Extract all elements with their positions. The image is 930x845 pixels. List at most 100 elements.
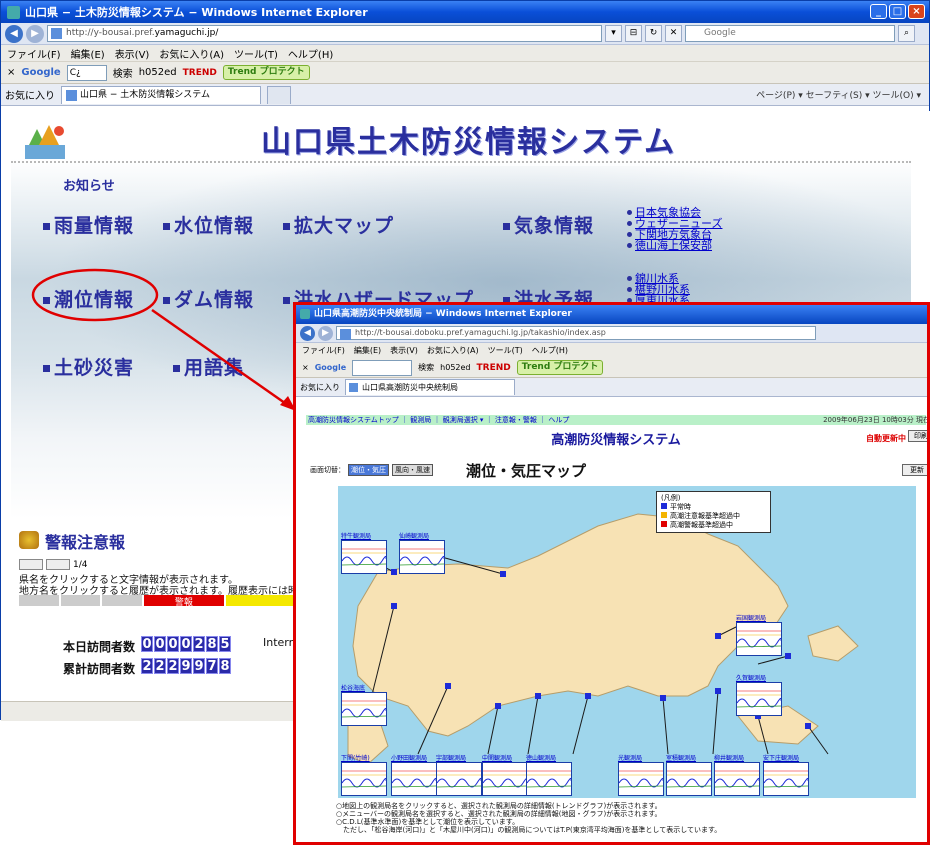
station-trend-graph[interactable]	[666, 762, 712, 796]
menu-view[interactable]: 表示(V)	[115, 46, 150, 61]
station-label[interactable]: 岩国観測局	[736, 613, 766, 622]
legend-item-warning: 高潮警報基準超過中	[661, 521, 766, 530]
counter-digit: 2	[167, 658, 179, 674]
google-search-input[interactable]: C¿	[66, 64, 107, 81]
menu-file[interactable]: ファイル(F)	[7, 46, 61, 61]
minimize-button[interactable]: _	[870, 4, 887, 19]
inset-trend-button[interactable]: TREND	[477, 363, 511, 373]
station-trend-graph[interactable]	[341, 692, 387, 726]
station-trend-graph[interactable]	[436, 762, 482, 796]
search-input[interactable]: Google	[685, 25, 895, 42]
menu-edit[interactable]: 編集(E)	[71, 46, 105, 61]
search-icon[interactable]: ⌕	[898, 25, 915, 42]
address-input[interactable]: http://y-bousai.pref.yamaguchi.jp/	[47, 25, 602, 42]
inset-menu-help[interactable]: ヘルプ(H)	[532, 345, 568, 356]
tide-system-title: 高潮防災情報システム	[551, 433, 681, 448]
command-bar[interactable]: ページ(P) ▾ セーフティ(S) ▾ ツール(O) ▾	[756, 88, 921, 101]
inset-google-input[interactable]	[352, 359, 413, 376]
sediment-disaster-link[interactable]: 土砂災害	[43, 353, 134, 380]
station-label[interactable]: 安下庄観測局	[763, 753, 799, 762]
weather-info-link[interactable]: 気象情報	[503, 211, 594, 238]
favorites-button[interactable]: お気に入り	[5, 87, 55, 102]
trend-button[interactable]: TREND	[183, 68, 217, 78]
wind-button[interactable]: 風向・風速	[392, 464, 433, 476]
inset-favorites[interactable]: お気に入り	[300, 382, 340, 393]
station-label[interactable]: 室積観測局	[666, 753, 696, 762]
station-trend-graph[interactable]	[736, 682, 782, 716]
next-page-button[interactable]	[46, 559, 70, 570]
h052-button[interactable]: h052ed	[139, 67, 177, 78]
station-label[interactable]: 中関観測局	[482, 753, 512, 762]
tab-active[interactable]: 山口県 − 土木防災情報システム	[61, 85, 261, 104]
warning-controls: 1/4	[19, 559, 87, 570]
close-toolbar-icon[interactable]: ×	[302, 363, 309, 372]
inset-menu-view[interactable]: 表示(V)	[390, 345, 418, 356]
menu-tools[interactable]: ツール(T)	[234, 46, 278, 61]
tide-pressure-button[interactable]: 潮位・気圧	[348, 464, 389, 476]
tide-info-link[interactable]: 潮位情報	[43, 285, 134, 312]
inset-h052-button[interactable]: h052ed	[440, 363, 470, 372]
station-label[interactable]: 松谷海底	[341, 683, 365, 692]
station-trend-graph[interactable]	[526, 762, 572, 796]
menu-favorites[interactable]: お気に入り(A)	[159, 46, 224, 61]
station-label[interactable]: 下関(竹崎)	[341, 753, 370, 762]
print-button[interactable]: 印刷	[908, 430, 927, 442]
station-trend-graph[interactable]	[763, 762, 809, 796]
compat-icon[interactable]: ⊟	[625, 25, 642, 42]
refresh-icon[interactable]: ↻	[645, 25, 662, 42]
station-trend-graph[interactable]	[482, 762, 528, 796]
station-trend-graph[interactable]	[391, 762, 437, 796]
water-level-link[interactable]: 水位情報	[163, 211, 254, 238]
notice-link[interactable]: お知らせ	[63, 175, 115, 194]
station-trend-graph[interactable]	[341, 762, 387, 796]
legend-swatch	[661, 512, 667, 518]
inset-address-input[interactable]: http://t-bousai.doboku.pref.yamaguchi.lg…	[336, 326, 816, 340]
inset-search-button[interactable]: 検索	[418, 362, 434, 373]
glossary-link[interactable]: 用語集	[173, 353, 244, 380]
inset-menu-edit[interactable]: 編集(E)	[354, 345, 381, 356]
inset-back-icon[interactable]: ◀	[300, 325, 315, 341]
inset-tab-active[interactable]: 山口県高潮防災中央統制局	[345, 379, 515, 395]
inset-trend-protect[interactable]: Trend プロテクト	[516, 360, 604, 375]
back-icon[interactable]: ◀	[5, 24, 23, 43]
inset-menu-favorites[interactable]: お気に入り(A)	[427, 345, 479, 356]
station-trend-graph[interactable]	[714, 762, 760, 796]
new-tab-button[interactable]	[267, 85, 291, 104]
google-logo: Google	[21, 67, 61, 78]
station-trend-graph[interactable]	[618, 762, 664, 796]
dam-info-link[interactable]: ダム情報	[163, 285, 254, 312]
station-trend-graph[interactable]	[399, 540, 445, 574]
stop-icon[interactable]: ✕	[665, 25, 682, 42]
trend-protect-button[interactable]: Trend プロテクト	[222, 65, 310, 80]
dropdown-icon[interactable]: ▾	[605, 25, 622, 42]
rain-info-link[interactable]: 雨量情報	[43, 211, 134, 238]
station-trend-graph[interactable]	[341, 540, 387, 574]
inset-menu-tools[interactable]: ツール(T)	[488, 345, 523, 356]
counter-digit: 2	[154, 658, 166, 674]
weather-link-4[interactable]: 徳山海上保安部	[627, 240, 722, 251]
enlarged-map-link[interactable]: 拡大マップ	[283, 211, 394, 238]
station-trend-graph[interactable]	[736, 622, 782, 656]
close-toolbar-icon[interactable]: ×	[7, 67, 15, 78]
refresh-button[interactable]: 更新	[902, 464, 927, 476]
station-label[interactable]: 小野田観測局	[391, 753, 427, 762]
inset-menu-bar: ファイル(F) 編集(E) 表示(V) お気に入り(A) ツール(T) ヘルプ(…	[296, 343, 927, 358]
prev-page-button[interactable]	[19, 559, 43, 570]
station-label[interactable]: 特牛観測局	[341, 531, 371, 540]
station-label[interactable]: 久賀観測局	[736, 673, 766, 682]
tab-bar: お気に入り 山口県 − 土木防災情報システム ページ(P) ▾ セーフティ(S)…	[1, 84, 929, 106]
station-label[interactable]: 仙崎観測局	[399, 531, 429, 540]
legend-title: (凡例)	[661, 494, 681, 502]
menu-help[interactable]: ヘルプ(H)	[288, 46, 333, 61]
station-label[interactable]: 光観測局	[618, 753, 642, 762]
close-button[interactable]: ×	[908, 4, 925, 19]
station-label[interactable]: 宇部観測局	[436, 753, 466, 762]
inset-menu-file[interactable]: ファイル(F)	[302, 345, 345, 356]
station-label[interactable]: 徳山観測局	[526, 753, 556, 762]
legend-item-normal: 平常時	[661, 503, 766, 512]
forward-icon[interactable]: ▶	[26, 24, 44, 43]
google-search-button[interactable]: 検索	[113, 65, 133, 80]
maximize-button[interactable]: □	[889, 4, 906, 19]
inset-forward-icon[interactable]: ▶	[318, 325, 333, 341]
station-label[interactable]: 柳井観測局	[714, 753, 744, 762]
